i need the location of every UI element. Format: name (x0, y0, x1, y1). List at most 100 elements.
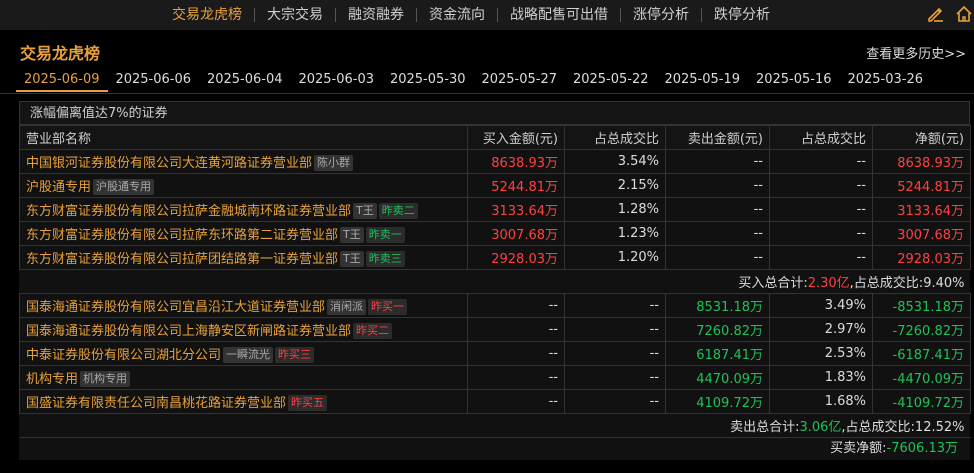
buy-amount: 5244.81万 (467, 173, 565, 198)
sell-amount: -- (665, 245, 770, 270)
sell-summary-label: 卖出总合计: (730, 420, 800, 435)
date-tab[interactable]: 2025-05-19 (657, 70, 749, 92)
sell-total: 3.06亿 (799, 420, 842, 435)
trader-tag[interactable]: T王 (340, 227, 364, 244)
sell-pct-label: ,占总成交比: (841, 420, 915, 435)
trader-tag[interactable]: T王 (353, 203, 377, 220)
branch-name[interactable]: 国泰海通证券股份有限公司宜昌沿江大道证券营业部 (26, 300, 325, 315)
trader-tag[interactable]: 消闲派 (327, 299, 367, 316)
buy-pct-label: ,占总成交比: (849, 276, 924, 291)
sell-amount: 4109.72万 (665, 389, 770, 414)
buy-amount: 2928.03万 (467, 245, 565, 270)
sell-amount: -- (665, 173, 770, 198)
buy-ratio: 2.15% (564, 173, 666, 198)
page-title: 交易龙虎榜 (20, 44, 101, 63)
branch-cell: 中国银河证券股份有限公司大连黄河路证券营业部 陈小群 (19, 149, 468, 174)
trader-tag[interactable]: 一瞬流光 (223, 347, 274, 364)
table-row[interactable]: 国泰海通证券股份有限公司宜昌沿江大道证券营业部 消闲派 昨买一 -- -- 8531.18… (19, 293, 971, 318)
nav-item[interactable]: 大宗交易 (255, 0, 335, 30)
table-row[interactable]: 中泰证券股份有限公司湖北分公司 一瞬流光 昨买三 -- -- 6187.41万 2.53% -… (19, 341, 971, 366)
sell-amount: 8531.18万 (665, 293, 770, 318)
date-tab[interactable]: 2025-05-16 (748, 70, 840, 92)
net-amount: 5244.81万 (872, 173, 971, 198)
net-amount: -8531.18万 (872, 293, 971, 318)
nav-item[interactable]: 战略配售可出借 (498, 0, 620, 30)
buy-ratio: 1.20% (564, 245, 666, 270)
nav-item[interactable]: 跌停分析 (702, 0, 782, 30)
table-row[interactable]: 东方财富证券股份有限公司拉萨东环路第二证券营业部 T王 昨卖一 3007.68万 1.2… (19, 221, 971, 246)
net-amount: -4470.09万 (872, 365, 971, 390)
net-value: -7606.13万 (886, 441, 958, 456)
date-tab[interactable]: 2025-05-27 (474, 70, 566, 92)
more-history-link[interactable]: 查看更多历史>> (866, 43, 966, 62)
net-summary: 买卖净额:-7606.13万 (19, 438, 970, 460)
buy-ratio: -- (564, 317, 666, 342)
date-tab[interactable]: 2025-06-09 (16, 70, 108, 92)
buy-amount: 3007.68万 (467, 221, 565, 246)
sell-summary-row: 卖出总合计:3.06亿,占总成交比:12.52% (19, 413, 971, 438)
divider (0, 93, 974, 94)
edit-icon[interactable] (926, 4, 946, 24)
date-tab[interactable]: 2025-03-26 (840, 70, 932, 92)
home-icon[interactable] (954, 4, 974, 24)
sell-ratio: -- (769, 173, 873, 198)
sell-amount: -- (665, 149, 770, 174)
history-tag: 昨买三 (275, 347, 315, 364)
nav-item[interactable]: 资金流向 (417, 0, 497, 30)
date-tab[interactable]: 2025-06-03 (291, 70, 383, 92)
branch-name[interactable]: 中国银河证券股份有限公司大连黄河路证券营业部 (26, 156, 312, 171)
top-nav: 交易龙虎榜 大宗交易 融资融券 资金流向 战略配售可出借 涨停分析 跌停分析 (160, 0, 782, 30)
table-row[interactable]: 机构专用 机构专用 -- -- 4470.09万 1.83% -4470.09万 (19, 365, 971, 390)
branch-name[interactable]: 东方财富证券股份有限公司拉萨金融城南环路证券营业部 (26, 204, 351, 219)
net-amount: 8638.93万 (872, 149, 971, 174)
table-row[interactable]: 国盛证券有限责任公司南昌桃花路证券营业部 昨买五 -- -- 4109.72万 1.68%… (19, 389, 971, 414)
nav-item[interactable]: 涨停分析 (621, 0, 701, 30)
trader-tag[interactable]: 机构专用 (80, 371, 131, 388)
sell-ratio: 1.68% (769, 389, 873, 414)
section-caption: 涨幅偏离值达7%的证券 (19, 101, 970, 125)
buy-summary-row: 买入总合计:2.30亿,占总成交比:9.40% (19, 269, 971, 294)
branch-name[interactable]: 国泰海通证券股份有限公司上海静安区新闸路证券营业部 (26, 324, 351, 339)
buy-ratio: -- (564, 365, 666, 390)
branch-name[interactable]: 中泰证券股份有限公司湖北分公司 (26, 348, 221, 363)
trader-tag[interactable]: 陈小群 (314, 155, 354, 172)
table-row[interactable]: 东方财富证券股份有限公司拉萨团结路第一证券营业部 T王 昨卖三 2928.03万 1.2… (19, 245, 971, 270)
history-tag: 昨卖一 (365, 227, 405, 244)
branch-name[interactable]: 东方财富证券股份有限公司拉萨东环路第二证券营业部 (26, 228, 338, 243)
branch-cell: 国泰海通证券股份有限公司宜昌沿江大道证券营业部 消闲派 昨买一 (19, 293, 468, 318)
table-row[interactable]: 中国银河证券股份有限公司大连黄河路证券营业部 陈小群 8638.93万 3.54% --… (19, 149, 971, 174)
nav-item[interactable]: 交易龙虎榜 (160, 0, 254, 30)
table-row[interactable]: 东方财富证券股份有限公司拉萨金融城南环路证券营业部 T王 昨卖二 3133.64万 1.… (19, 197, 971, 222)
col-header: 占总成交比 (769, 125, 873, 150)
table-row[interactable]: 沪股通专用 沪股通专用 5244.81万 2.15% -- -- 5244.81万 (19, 173, 971, 198)
sell-ratio: 1.83% (769, 365, 873, 390)
buy-rows: 中国银河证券股份有限公司大连黄河路证券营业部 陈小群 8638.93万 3.54% --… (19, 149, 971, 270)
sell-amount: 7260.82万 (665, 317, 770, 342)
branch-name[interactable]: 国盛证券有限责任公司南昌桃花路证券营业部 (26, 396, 286, 411)
lhb-panel: 涨幅偏离值达7%的证券 营业部名称 买入金额(元) 占总成交比 卖出金额(元) … (19, 101, 971, 460)
branch-name[interactable]: 东方财富证券股份有限公司拉萨团结路第一证券营业部 (26, 252, 338, 267)
trader-tag[interactable]: T王 (340, 251, 364, 268)
date-tab[interactable]: 2025-05-22 (565, 70, 657, 92)
nav-item[interactable]: 融资融券 (336, 0, 416, 30)
buy-summary: 买入总合计:2.30亿,占总成交比:9.40% (19, 269, 971, 294)
buy-amount: 3133.64万 (467, 197, 565, 222)
sell-ratio: -- (769, 197, 873, 222)
date-tab[interactable]: 2025-05-30 (382, 70, 474, 92)
table-row[interactable]: 国泰海通证券股份有限公司上海静安区新闸路证券营业部 昨买二 -- -- 7260.82万… (19, 317, 971, 342)
trader-tag[interactable]: 沪股通专用 (93, 179, 155, 196)
buy-amount: -- (467, 317, 565, 342)
history-tag: 昨卖三 (365, 251, 405, 268)
sell-amount: -- (665, 197, 770, 222)
buy-amount: 8638.93万 (467, 149, 565, 174)
branch-cell: 机构专用 机构专用 (19, 365, 468, 390)
top-bar: 交易龙虎榜 大宗交易 融资融券 资金流向 战略配售可出借 涨停分析 跌停分析 (0, 0, 974, 30)
date-tab[interactable]: 2025-06-06 (108, 70, 200, 92)
branch-name[interactable]: 机构专用 (26, 372, 78, 387)
col-header: 买入金额(元) (467, 125, 565, 150)
buy-pct: 9.40% (923, 276, 965, 291)
date-tab[interactable]: 2025-06-04 (199, 70, 291, 92)
lhb-table: 营业部名称 买入金额(元) 占总成交比 卖出金额(元) 占总成交比 净额(元) … (19, 125, 971, 438)
col-header: 净额(元) (872, 125, 971, 150)
branch-name[interactable]: 沪股通专用 (26, 180, 91, 195)
